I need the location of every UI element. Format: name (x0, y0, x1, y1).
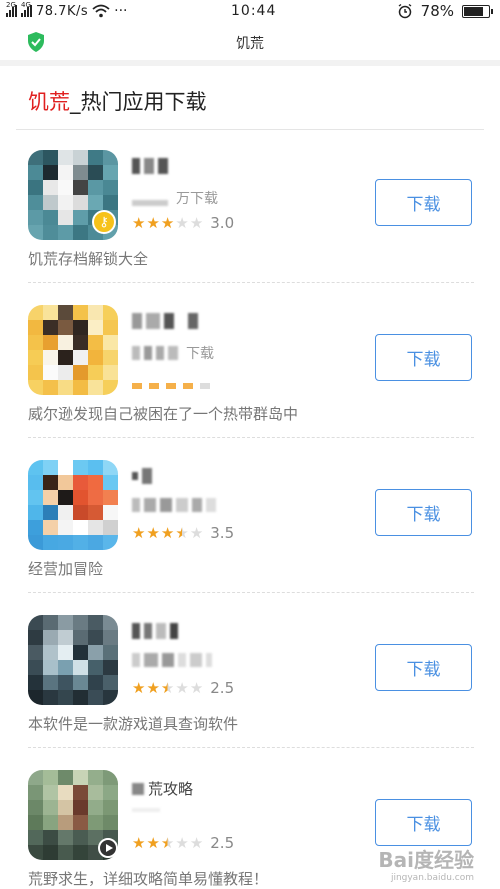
app-name-redacted (132, 623, 178, 639)
app-meta (132, 653, 212, 667)
app-description: 威尔逊发现自己被困在了一个热带群岛中 (28, 405, 299, 423)
star-icon: ★ (132, 679, 146, 697)
star-icon: ★ (175, 214, 189, 232)
app-icon[interactable] (28, 460, 118, 550)
watermark-url: jingyan.baidu.com (390, 873, 474, 883)
status-right: 78% (397, 2, 493, 20)
battery-percent: 78% (420, 2, 454, 20)
download-button[interactable]: 下载 (375, 334, 472, 381)
star-half-icon: ★ (160, 834, 175, 852)
app-icon[interactable] (28, 305, 118, 395)
download-button[interactable]: 下载 (375, 644, 472, 691)
star-icon: ★ (132, 214, 146, 232)
status-left: 2G 4G 78.7K/s ··· (6, 1, 128, 19)
battery-icon (462, 4, 493, 18)
star-half-icon: ★ (175, 524, 189, 542)
star-half-icon: ★ (160, 679, 175, 697)
rating-redacted (132, 369, 210, 389)
rating: ★ ★ ★ ★ ★ 3.0 (132, 214, 234, 232)
star-icon: ★ (189, 214, 204, 232)
section-title: 饥荒_热门应用下载 (28, 86, 207, 116)
signal-4g-icon: 4G (21, 1, 32, 17)
download-count: 下载 (186, 346, 214, 362)
rating: ★ ★ ★ ★ ★ 3.5 (132, 524, 234, 542)
rating: ★ ★ ★ ★ ★ 2.5 (132, 679, 234, 697)
app-name-redacted (132, 313, 198, 329)
rating: ★ ★ ★ ★ ★ 2.5 (132, 834, 234, 852)
app-description: 经营加冒险 (28, 560, 104, 578)
section-divider (16, 129, 484, 130)
app-meta (132, 498, 216, 512)
download-button[interactable]: 下载 (375, 179, 472, 226)
page-title: 饥荒 (236, 36, 264, 52)
app-description: 荒野求生，详细攻略简单易懂教程！ (28, 870, 269, 888)
header-divider (0, 60, 500, 66)
item-divider (28, 747, 474, 748)
app-description: 饥荒存档解锁大全 (28, 250, 149, 268)
star-icon: ★ (189, 679, 204, 697)
star-icon: ★ (189, 524, 204, 542)
clock: 10:44 (231, 3, 277, 19)
star-icon: ★ (132, 524, 146, 542)
star-icon: ★ (175, 679, 189, 697)
star-icon: ★ (146, 679, 160, 697)
star-icon: ★ (132, 834, 146, 852)
item-divider (28, 592, 474, 593)
download-count: 万下载 (176, 191, 218, 207)
download-button[interactable]: 下载 (375, 799, 472, 846)
star-icon: ★ (175, 834, 189, 852)
rating-value: 2.5 (210, 679, 235, 697)
star-icon: ★ (146, 834, 160, 852)
signal-2g-icon: 2G (6, 1, 17, 17)
app-description: 本软件是一款游戏道具查询软件 (28, 715, 239, 733)
list-item[interactable]: 下载 下载 威尔逊发现自己被困在了一个热带群岛中 (28, 305, 474, 460)
app-icon[interactable] (28, 615, 118, 705)
key-icon: ⚷ (92, 210, 116, 234)
list-item[interactable]: ★ ★ ★ ★ ★ 2.5 下载 本软件是一款游戏道具查询软件 (28, 615, 474, 770)
nav-bar: 饥荒 (0, 28, 500, 58)
list-item[interactable]: ★ ★ ★ ★ ★ 3.5 下载 经营加冒险 (28, 460, 474, 615)
star-icon: ★ (189, 834, 204, 852)
network-speed: 78.7K/s (36, 3, 89, 19)
watermark-logo: Bai度经验 (378, 848, 474, 872)
rating-value: 2.5 (210, 834, 235, 852)
app-meta (132, 808, 160, 812)
status-bar: 2G 4G 78.7K/s ··· 10:44 78% (0, 0, 500, 24)
list-item[interactable]: ⚷ 万下载 ★ ★ ★ ★ ★ 3.0 下载 饥荒存档解锁大全 (28, 150, 474, 305)
watermark: Bai度经验 jingyan.baidu.com (378, 844, 474, 883)
app-meta: 万下载 (132, 188, 218, 208)
star-icon: ★ (146, 524, 160, 542)
rating-value: 3.5 (210, 524, 235, 542)
item-divider (28, 282, 474, 283)
wifi-icon (92, 4, 110, 18)
app-name-redacted (132, 468, 152, 484)
star-icon: ★ (146, 214, 160, 232)
star-icon: ★ (160, 524, 175, 542)
more-notifications: ··· (114, 3, 128, 19)
section-suffix: _热门应用下载 (70, 90, 207, 114)
section-keyword: 饥荒 (28, 90, 70, 114)
app-name-redacted (132, 158, 168, 174)
download-button[interactable]: 下载 (375, 489, 472, 536)
alarm-icon (398, 3, 412, 19)
rating-value: 3.0 (210, 214, 235, 232)
app-name-text: 荒攻略 (148, 780, 194, 798)
star-icon: ★ (160, 214, 175, 232)
app-name: 荒攻略 (132, 778, 193, 799)
play-icon (98, 838, 118, 858)
item-divider (28, 437, 474, 438)
app-meta: 下载 (132, 343, 214, 363)
